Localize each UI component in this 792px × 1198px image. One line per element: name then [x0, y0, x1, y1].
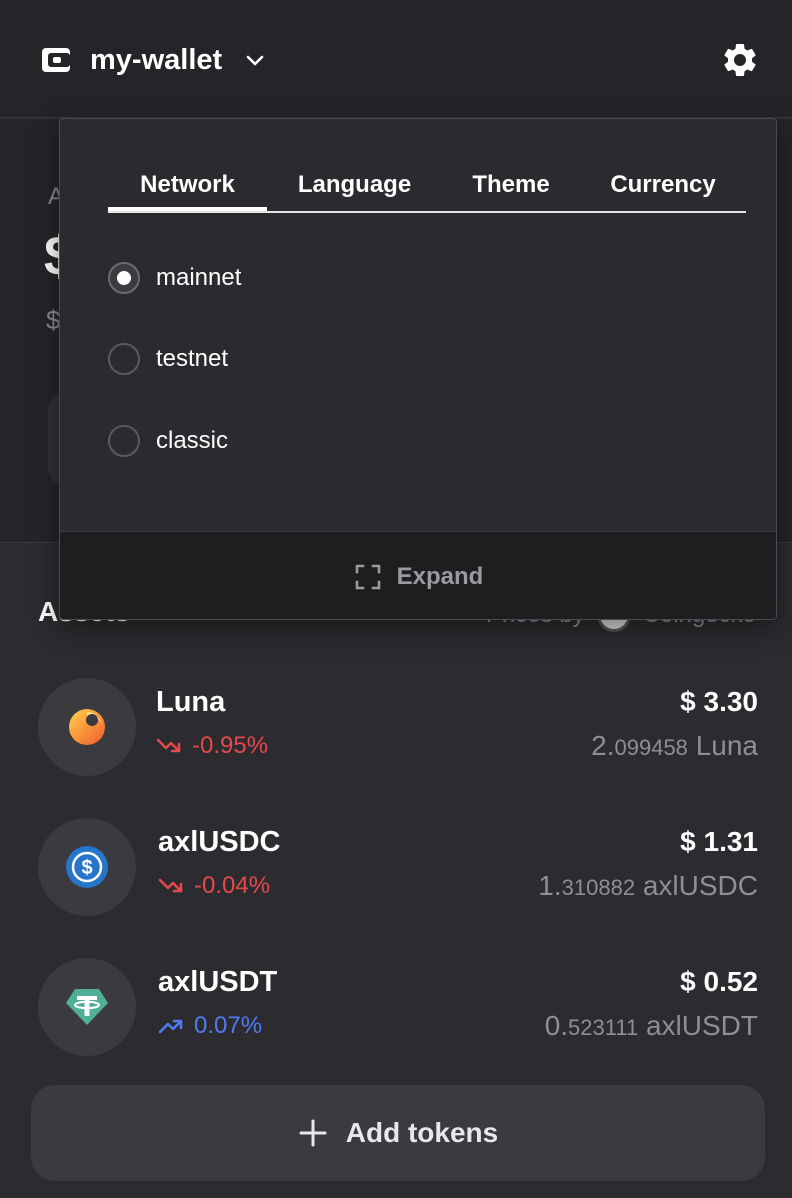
wallet-icon [42, 48, 70, 72]
network-option-classic[interactable]: classic [108, 423, 228, 459]
svg-text:$: $ [81, 857, 92, 879]
expand-button[interactable]: Expand [60, 531, 776, 619]
asset-change: -0.04% [158, 872, 270, 900]
asset-amount: 1.310882 axlUSDC [538, 870, 758, 901]
asset-price: $ 1.31 [680, 826, 758, 857]
network-label: mainnet [156, 264, 242, 291]
add-tokens-button[interactable]: Add tokens [31, 1085, 765, 1181]
usdc-icon: $ [66, 846, 108, 888]
trend-down-icon [158, 878, 183, 893]
tab-language[interactable]: Language [267, 165, 442, 211]
radio-checked[interactable] [108, 262, 140, 294]
asset-amount: 0.523111 axlUSDT [544, 1010, 758, 1041]
chevron-down-icon [246, 55, 264, 66]
settings-popover: Network Language Theme Currency mainnet … [59, 118, 777, 620]
asset-change-value: -0.95% [192, 732, 269, 759]
axlusdt-token-icon-wrap [38, 958, 136, 1056]
wallet-selector[interactable]: my-wallet [40, 38, 266, 82]
radio-unchecked[interactable] [108, 343, 140, 375]
asset-name: Luna [156, 686, 226, 718]
asset-row-axlusdt[interactable]: axlUSDT 0.07% $ 0.52 0.523111 axlUSDT [0, 958, 792, 1062]
network-label: testnet [156, 345, 229, 372]
trend-up-icon [158, 1019, 183, 1034]
tab-network[interactable]: Network [108, 165, 267, 211]
expand-label: Expand [396, 562, 484, 590]
luna-token-icon-wrap [38, 678, 136, 776]
network-option-mainnet[interactable]: mainnet [108, 260, 241, 296]
tab-theme[interactable]: Theme [442, 165, 580, 211]
axlusdc-token-icon-wrap: $ [38, 818, 136, 916]
usdt-icon [66, 989, 108, 1025]
trend-down-icon [156, 738, 181, 753]
asset-change-value: 0.07% [194, 1012, 263, 1039]
asset-name: axlUSDT [158, 966, 278, 998]
asset-name: axlUSDC [158, 826, 281, 858]
radio-unchecked[interactable] [108, 425, 140, 457]
wallet-name: my-wallet [90, 43, 223, 76]
add-tokens-label: Add tokens [345, 1117, 499, 1148]
settings-gear-icon[interactable] [720, 40, 760, 80]
asset-change-value: -0.04% [194, 872, 271, 899]
expand-icon [355, 564, 380, 589]
asset-price: $ 3.30 [680, 686, 758, 717]
tab-currency[interactable]: Currency [580, 165, 746, 211]
asset-row-axlusdc[interactable]: $ axlUSDC -0.04% $ 1.31 1.310882 axlUSDC [0, 818, 792, 922]
luna-icon [69, 709, 105, 745]
asset-change: -0.95% [156, 732, 268, 760]
asset-amount: 2.099458 Luna [591, 730, 758, 761]
plus-icon [299, 1119, 327, 1147]
asset-row-luna[interactable]: Luna -0.95% $ 3.30 2.099458 Luna [0, 678, 792, 782]
network-option-testnet[interactable]: testnet [108, 341, 228, 377]
top-bar: my-wallet [0, 0, 792, 118]
settings-tabs: Network Language Theme Currency [108, 165, 746, 213]
network-label: classic [156, 427, 229, 454]
asset-price: $ 0.52 [680, 966, 758, 997]
asset-change: 0.07% [158, 1012, 262, 1040]
